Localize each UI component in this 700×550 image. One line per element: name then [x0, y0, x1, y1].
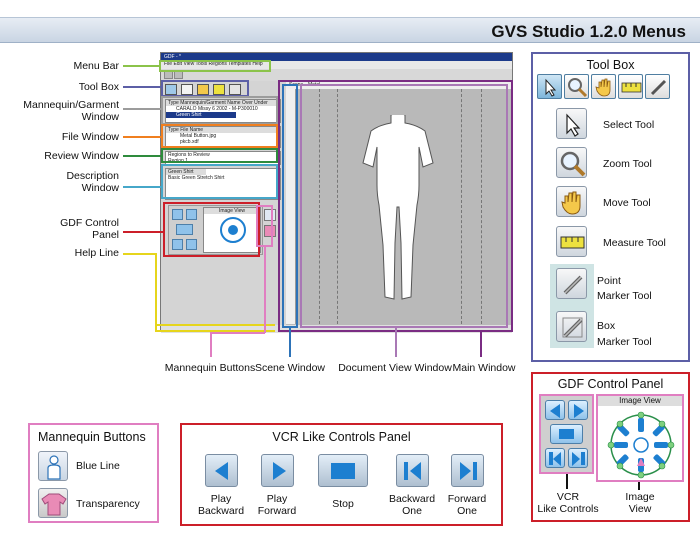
transparency-shirt-icon[interactable]	[38, 488, 68, 518]
stop-icon[interactable]	[318, 454, 368, 487]
connector	[123, 65, 159, 67]
gdf-backward-one-button[interactable]	[545, 448, 565, 468]
label-review-window: Review Window	[44, 150, 119, 162]
image-label-line2: View	[628, 503, 652, 515]
backward-one-icon[interactable]	[396, 454, 429, 487]
label-main-window: Main Window	[452, 362, 516, 374]
play-forward-label-line1: Play	[266, 493, 288, 505]
file-window-callout	[161, 124, 278, 148]
connector	[123, 231, 163, 233]
label-mannequin-line1: Mannequin/Garment	[23, 99, 119, 111]
point-marker-label-line2: Marker Tool	[597, 290, 652, 302]
image-view-panel[interactable]: Image View	[596, 394, 684, 482]
play-forward-label-line2: Forward	[257, 505, 297, 517]
transparency-label: Transparency	[76, 498, 140, 510]
gdf-control-panel: GDF Control Panel Image View VCR Like Co…	[531, 372, 690, 522]
label-gdf-line2: Panel	[92, 229, 119, 241]
zoom-tool-label: Zoom Tool	[603, 158, 652, 170]
play-forward-icon[interactable]	[261, 454, 294, 487]
gdf-play-forward-button[interactable]	[568, 400, 588, 420]
stop-label: Stop	[332, 498, 354, 510]
scene-window-callout	[282, 84, 298, 328]
menu-bar-callout	[159, 60, 271, 72]
mannequin-buttons-callout	[256, 205, 273, 247]
play-backward-icon[interactable]	[205, 454, 238, 487]
label-description-line2: Window	[81, 182, 119, 194]
connector	[123, 136, 161, 138]
label-file-window: File Window	[61, 131, 119, 143]
move-tool-large-icon	[556, 186, 587, 217]
connector	[123, 186, 161, 188]
mannequin-window-callout	[161, 96, 278, 125]
select-tool-large-icon	[556, 108, 587, 139]
gdf-play-backward-button[interactable]	[545, 400, 565, 420]
vcr-label-line1: VCR	[556, 491, 580, 503]
tool-box-title: Tool Box	[586, 58, 635, 72]
tool-box-callout	[161, 80, 249, 97]
connector	[123, 86, 161, 88]
connector	[289, 328, 291, 357]
label-help-line: Help Line	[74, 247, 119, 259]
page-title: GVS Studio 1.2.0 Menus	[491, 22, 686, 41]
gdf-control-callout	[163, 202, 260, 257]
box-marker-label-line1: Box	[597, 320, 616, 332]
point-marker-label-line1: Point	[597, 275, 621, 287]
forward-one-label-line1: Forward	[447, 493, 487, 505]
label-document-view-window: Document View Window	[338, 362, 452, 374]
label-scene-window: Scene Window	[254, 362, 326, 374]
measure-tool-large-icon	[556, 226, 587, 257]
connector	[566, 474, 568, 489]
marker-tool-icon[interactable]	[645, 74, 670, 99]
zoom-tool-large-icon	[556, 147, 587, 178]
label-menu-bar: Menu Bar	[73, 60, 119, 72]
document-view-callout	[300, 84, 508, 328]
connector	[123, 253, 155, 255]
gdf-control-panel-title: GDF Control Panel	[557, 377, 664, 391]
forward-one-label-line2: One	[457, 505, 477, 517]
image-label-line1: Image	[625, 491, 655, 503]
tool-box-panel: Tool Box Select Tool Zoom Tool Move Tool…	[531, 52, 690, 362]
connector	[395, 328, 397, 357]
move-tool-icon[interactable]	[591, 74, 616, 99]
gdf-forward-one-button[interactable]	[568, 448, 588, 468]
image-view-dial-icon	[607, 411, 675, 479]
label-gdf-line1: GDF Control	[60, 217, 119, 229]
box-marker-label-line2: Marker Tool	[597, 336, 652, 348]
connector	[123, 155, 161, 157]
measure-tool-icon[interactable]	[618, 74, 643, 99]
label-tool-box: Tool Box	[78, 81, 119, 93]
connector	[210, 332, 212, 357]
point-marker-tool-icon	[556, 268, 587, 299]
vcr-like-controls-group	[539, 394, 594, 474]
label-description-line1: Description	[66, 170, 119, 182]
connector	[264, 247, 266, 333]
connector	[123, 108, 161, 110]
select-tool-label: Select Tool	[603, 119, 655, 131]
connector	[210, 332, 265, 334]
zoom-tool-icon[interactable]	[564, 74, 589, 99]
box-marker-tool-icon	[556, 311, 587, 342]
mannequin-buttons-title: Mannequin Buttons	[38, 430, 146, 444]
label-mannequin-line2: Window	[81, 111, 119, 123]
connector	[155, 253, 157, 326]
gdf-stop-button[interactable]	[550, 424, 583, 444]
select-tool-icon[interactable]	[537, 74, 562, 99]
measure-tool-label: Measure Tool	[603, 237, 666, 249]
move-tool-label: Move Tool	[603, 197, 651, 209]
image-view-header: Image View	[598, 396, 682, 406]
blue-line-figure-icon[interactable]	[38, 451, 68, 481]
forward-one-icon[interactable]	[451, 454, 484, 487]
review-window-callout	[161, 148, 278, 163]
connector	[638, 482, 640, 490]
help-line-callout	[155, 324, 275, 332]
blue-line-label: Blue Line	[76, 460, 120, 472]
connector	[480, 332, 482, 357]
mannequin-buttons-panel: Mannequin Buttons Blue Line Transparency	[28, 423, 159, 523]
vcr-controls-panel: VCR Like Controls Panel Play Backward Pl…	[180, 423, 503, 526]
vcr-panel-title: VCR Like Controls Panel	[272, 430, 411, 444]
vcr-label-line2: Like Controls	[537, 503, 599, 515]
description-window-callout	[161, 164, 278, 199]
